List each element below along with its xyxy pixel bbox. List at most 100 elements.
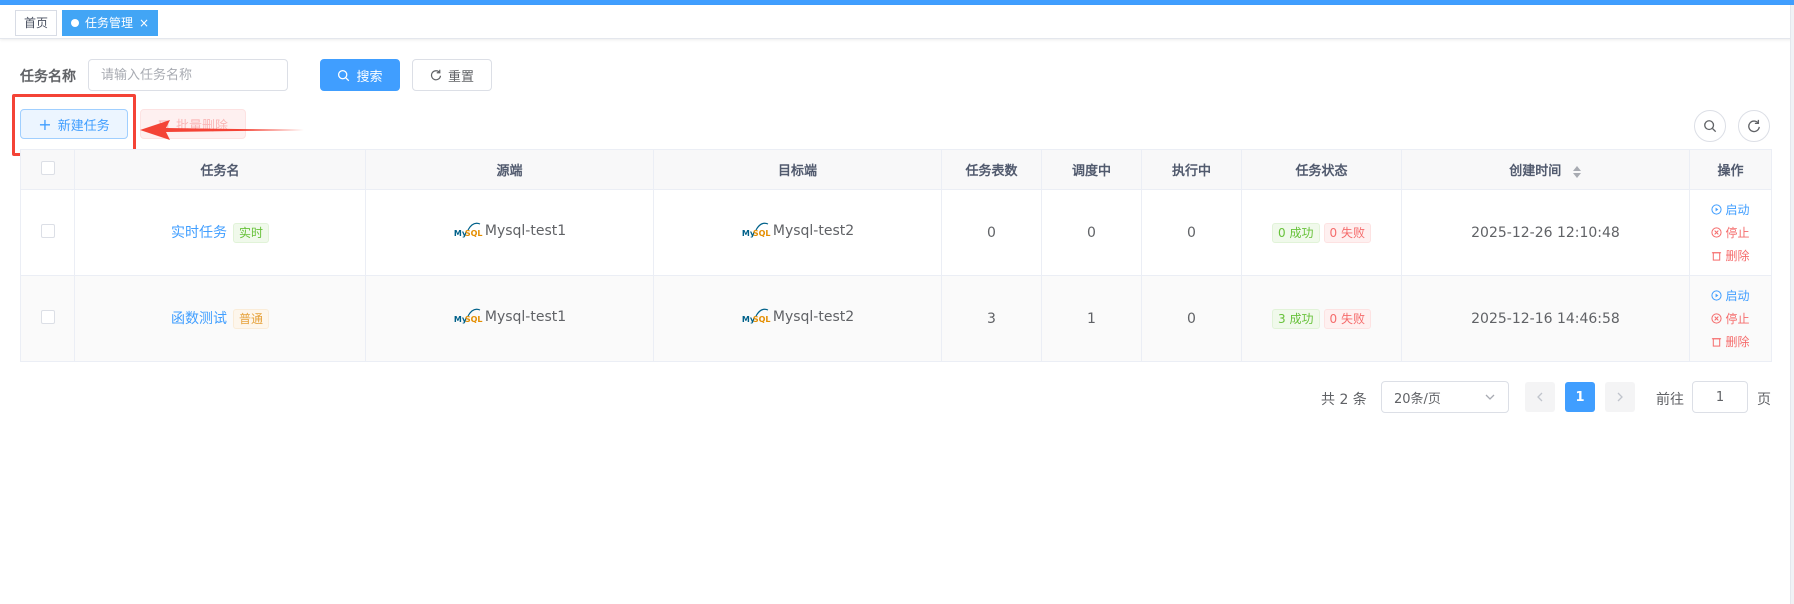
page-unit-label: 页 — [1757, 392, 1771, 408]
tab-task-management[interactable]: 任务管理 × — [62, 10, 159, 36]
page-size-select[interactable]: 20条/页 — [1381, 381, 1509, 413]
trash-icon — [1712, 338, 1722, 347]
close-circle-icon — [1711, 313, 1723, 324]
pagination-total: 共 2 条 — [1321, 392, 1367, 408]
table-header-row: 任务名 源端 目标端 任务表数 调度中 执行中 任务状态 创建时间 操作 — [20, 149, 1772, 190]
reset-button[interactable]: 重置 — [412, 59, 492, 91]
refresh-icon — [1748, 119, 1760, 133]
search-button-label: 搜索 — [356, 69, 383, 85]
header-source: 源端 — [365, 149, 654, 190]
header-created-time[interactable]: 创建时间 — [1401, 149, 1690, 190]
delete-label: 删除 — [1725, 335, 1750, 349]
prev-page-button[interactable] — [1525, 382, 1555, 412]
task-type-tag: 普通 — [232, 309, 269, 329]
delete-button[interactable]: 删除 — [1711, 333, 1750, 350]
select-all-checkbox[interactable] — [40, 160, 55, 175]
target-cell: My SQL Mysql-test2 — [653, 189, 942, 276]
tab-home[interactable]: 首页 — [15, 10, 58, 36]
row-checkbox[interactable] — [40, 309, 55, 324]
play-circle-icon — [1711, 290, 1723, 301]
header-created-label: 创建时间 — [1509, 164, 1562, 179]
header-status: 任务状态 — [1241, 149, 1402, 190]
task-type-tag: 实时 — [232, 223, 269, 243]
search-icon — [338, 69, 350, 81]
select-all-cell — [20, 149, 75, 190]
created-time-cell: 2025-12-16 14:46:58 — [1401, 275, 1690, 362]
source-name: Mysql-test1 — [484, 222, 567, 239]
tab-home-label: 首页 — [24, 16, 49, 30]
actions-cell: 启动 停止 删除 — [1689, 275, 1772, 362]
header-scheduling: 调度中 — [1041, 149, 1142, 190]
task-table: 任务名 源端 目标端 任务表数 调度中 执行中 任务状态 创建时间 操作 实时任… — [20, 149, 1772, 362]
goto-label: 前往 — [1656, 392, 1684, 408]
active-dot-icon — [71, 19, 79, 27]
source-name: Mysql-test1 — [484, 308, 567, 325]
source-cell: My SQL Mysql-test1 — [365, 189, 654, 276]
table-count-cell: 3 — [941, 275, 1042, 362]
running-cell: 0 — [1141, 189, 1242, 276]
target-cell: My SQL Mysql-test2 — [653, 275, 942, 362]
target-name: Mysql-test2 — [772, 308, 855, 325]
reset-button-label: 重置 — [447, 69, 474, 85]
header-table-count: 任务表数 — [941, 149, 1042, 190]
refresh-icon — [430, 69, 442, 81]
target-name: Mysql-test2 — [772, 222, 855, 239]
stop-label: 停止 — [1725, 226, 1750, 240]
created-time-cell: 2025-12-26 12:10:48 — [1401, 189, 1690, 276]
header-target: 目标端 — [653, 149, 942, 190]
annotation-arrow-icon — [140, 120, 304, 140]
sort-icon[interactable] — [1572, 165, 1582, 179]
start-label: 启动 — [1725, 203, 1750, 217]
delete-button[interactable]: 删除 — [1711, 247, 1750, 264]
actions-cell: 启动 停止 删除 — [1689, 189, 1772, 276]
running-cell: 0 — [1141, 275, 1242, 362]
header-actions: 操作 — [1689, 149, 1772, 190]
chevron-right-icon — [1617, 392, 1623, 402]
mysql-logo-icon: My SQL — [741, 221, 771, 241]
start-button[interactable]: 启动 — [1711, 201, 1750, 218]
tab-active-label: 任务管理 — [85, 16, 134, 30]
tab-close-icon[interactable]: × — [139, 11, 149, 35]
scheduling-cell: 0 — [1041, 189, 1142, 276]
task-name-label: 任务名称 — [20, 69, 76, 85]
task-name-link[interactable]: 函数测试 — [171, 311, 227, 327]
header-running: 执行中 — [1141, 149, 1242, 190]
scrollbar-track[interactable] — [1790, 5, 1794, 604]
chevron-down-icon — [1485, 394, 1495, 400]
search-icon — [1704, 120, 1717, 133]
header-task-name: 任务名 — [74, 149, 366, 190]
row-checkbox[interactable] — [40, 223, 55, 238]
mysql-logo-icon: My SQL — [453, 221, 483, 241]
tabs-bar: 首页 任务管理 × — [0, 5, 1794, 39]
row-select-cell — [20, 275, 75, 362]
page-number-current[interactable]: 1 — [1565, 382, 1595, 412]
success-badge: 0 成功 — [1272, 222, 1320, 243]
chevron-left-icon — [1537, 392, 1543, 402]
task-name-link[interactable]: 实时任务 — [171, 225, 227, 241]
page-size-value: 20条/页 — [1394, 391, 1441, 407]
row-select-cell — [20, 189, 75, 276]
refresh-table-button[interactable] — [1738, 110, 1770, 142]
scheduling-cell: 1 — [1041, 275, 1142, 362]
task-name-cell: 函数测试 普通 — [74, 275, 366, 362]
table-row: 实时任务 实时 My SQL Mysql-test1 My SQL Mysql-test2… — [20, 189, 1772, 276]
stop-label: 停止 — [1725, 312, 1750, 326]
search-button[interactable]: 搜索 — [320, 59, 400, 91]
stop-button[interactable]: 停止 — [1711, 224, 1750, 241]
source-cell: My SQL Mysql-test1 — [365, 275, 654, 362]
mysql-logo-icon: My SQL — [453, 307, 483, 327]
task-name-input[interactable] — [88, 59, 288, 91]
toggle-search-button[interactable] — [1694, 110, 1726, 142]
start-button[interactable]: 启动 — [1711, 287, 1750, 304]
fail-badge: 0 失败 — [1323, 222, 1371, 243]
next-page-button[interactable] — [1605, 382, 1635, 412]
status-cell: 3 成功 0 失败 — [1241, 275, 1402, 362]
table-count-cell: 0 — [941, 189, 1042, 276]
goto-page-input[interactable] — [1692, 381, 1748, 413]
trash-icon — [1712, 252, 1722, 261]
close-circle-icon — [1711, 227, 1723, 238]
mysql-logo-icon: My SQL — [741, 307, 771, 327]
delete-label: 删除 — [1725, 249, 1750, 263]
fail-badge: 0 失败 — [1323, 308, 1371, 329]
stop-button[interactable]: 停止 — [1711, 310, 1750, 327]
